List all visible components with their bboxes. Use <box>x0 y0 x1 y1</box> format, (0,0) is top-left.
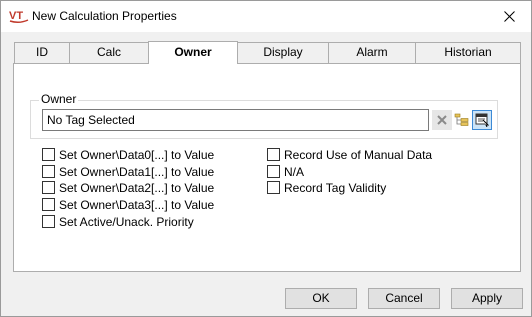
checkbox-label: Set Owner\Data1[...] to Value <box>59 164 215 179</box>
checkbox-label: Set Owner\Data3[...] to Value <box>59 197 215 212</box>
cancel-button[interactable]: Cancel <box>368 288 440 309</box>
tab-alarm[interactable]: Alarm <box>328 42 416 63</box>
checkbox-na[interactable]: N/A <box>267 164 304 179</box>
checkbox-box[interactable] <box>42 215 55 228</box>
title-bar: VT New Calculation Properties <box>1 1 531 32</box>
checkbox-set-active-unack-priority[interactable]: Set Active/Unack. Priority <box>42 214 194 229</box>
tree-browse-icon <box>454 113 469 126</box>
vt-logo-icon: VT <box>9 8 29 24</box>
browse-tag-button[interactable] <box>452 110 472 130</box>
checkbox-label: Set Owner\Data2[...] to Value <box>59 180 215 195</box>
checkbox-record-use-manual-data[interactable]: Record Use of Manual Data <box>267 147 432 162</box>
close-icon <box>503 11 515 22</box>
checkbox-label: Record Tag Validity <box>284 180 387 195</box>
close-button[interactable] <box>487 2 531 31</box>
checkbox-set-owner-data0[interactable]: Set Owner\Data0[...] to Value <box>42 147 214 162</box>
checkbox-set-owner-data1[interactable]: Set Owner\Data1[...] to Value <box>42 164 214 179</box>
clear-tag-button[interactable] <box>432 110 452 130</box>
window-title: New Calculation Properties <box>32 9 177 23</box>
checkbox-label: Set Active/Unack. Priority <box>59 214 194 229</box>
checkbox-set-owner-data2[interactable]: Set Owner\Data2[...] to Value <box>42 180 214 195</box>
checkbox-box[interactable] <box>42 165 55 178</box>
tab-id[interactable]: ID <box>14 42 70 63</box>
ok-button[interactable]: OK <box>285 288 357 309</box>
clear-x-icon <box>437 115 447 125</box>
checkbox-box[interactable] <box>42 181 55 194</box>
svg-text:VT: VT <box>9 10 23 22</box>
checkbox-record-tag-validity[interactable]: Record Tag Validity <box>267 180 386 195</box>
tab-owner[interactable]: Owner <box>148 41 238 64</box>
checkbox-box[interactable] <box>42 148 55 161</box>
checkbox-set-owner-data3[interactable]: Set Owner\Data3[...] to Value <box>42 197 214 212</box>
tab-historian[interactable]: Historian <box>415 42 521 63</box>
dialog-window: VT New Calculation Properties ID Calc Ow… <box>0 0 532 317</box>
checkbox-label: Record Use of Manual Data <box>284 147 433 162</box>
tab-display[interactable]: Display <box>237 42 329 63</box>
checkbox-label: Set Owner\Data0[...] to Value <box>59 147 215 162</box>
checkbox-box[interactable] <box>267 148 280 161</box>
pick-tag-button[interactable] <box>472 110 492 130</box>
checkbox-label: N/A <box>284 164 305 179</box>
owner-group-legend: Owner <box>39 92 79 106</box>
checkbox-box[interactable] <box>42 198 55 211</box>
owner-tag-field[interactable]: No Tag Selected <box>42 109 429 131</box>
tag-picker-icon <box>475 113 489 127</box>
tab-calc[interactable]: Calc <box>69 42 149 63</box>
apply-button[interactable]: Apply <box>451 288 523 309</box>
checkbox-box[interactable] <box>267 181 280 194</box>
checkbox-box[interactable] <box>267 165 280 178</box>
